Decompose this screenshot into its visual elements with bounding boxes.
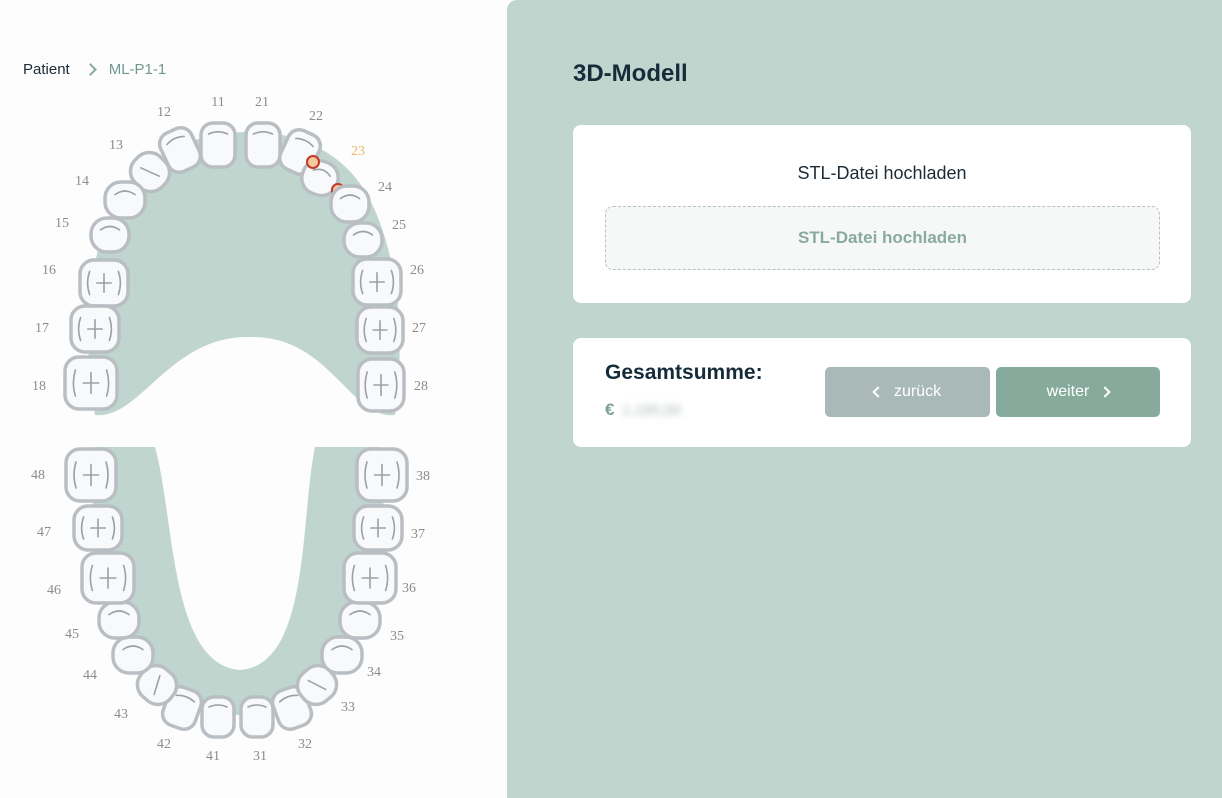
tooth-number-label: 12	[157, 105, 171, 120]
tooth-chart: 11 12 13 14 15 16 17 18 21 22 23 24 25 26 27 28 31 32 33 34…	[31, 95, 430, 764]
tooth-number-label: 36	[402, 581, 416, 596]
breadcrumb: Patient ML-P1-1	[23, 61, 166, 78]
tooth-number-label: 45	[65, 627, 79, 642]
tooth-number-label: 27	[412, 321, 426, 336]
total-card: Gesamtsumme: € 1.195,00 zurück weiter	[573, 338, 1191, 447]
tooth-shape	[97, 600, 141, 640]
back-button-label: zurück	[893, 383, 942, 400]
tooth-28[interactable]	[356, 357, 406, 413]
tooth-number-label: 14	[75, 174, 89, 189]
tooth-shape	[89, 216, 131, 254]
tooth-number-label: 33	[341, 700, 355, 715]
tooth-number-label: 31	[253, 749, 267, 764]
tooth-number-label: 34	[367, 665, 381, 680]
total-label: Gesamtsumme:	[605, 361, 763, 384]
tooth-number-label: 47	[37, 525, 51, 540]
tooth-number-label: 46	[47, 583, 61, 598]
tooth-31[interactable]	[239, 695, 275, 739]
tooth-27[interactable]	[355, 305, 405, 355]
tooth-16[interactable]	[78, 258, 130, 308]
upload-heading: STL-Datei hochladen	[797, 163, 967, 183]
tooth-shape	[199, 121, 237, 169]
model-panel: 3D-Modell STL-Datei hochladen STL-Datei …	[507, 0, 1222, 798]
tooth-26[interactable]	[351, 257, 403, 307]
selection-marker[interactable]	[306, 155, 320, 169]
tooth-number-label: 41	[206, 749, 220, 764]
tooth-number-label: 11	[211, 95, 224, 110]
tooth-number-label: 42	[157, 737, 171, 752]
tooth-number-label: 28	[414, 379, 428, 394]
stl-upload-dropzone[interactable]: STL-Datei hochladen	[605, 206, 1160, 270]
tooth-46[interactable]	[80, 551, 136, 605]
next-button-label: weiter	[1046, 383, 1090, 400]
tooth-18[interactable]	[63, 355, 119, 411]
total-value: € 1.195,00	[605, 400, 681, 420]
tooth-47[interactable]	[72, 504, 124, 552]
breadcrumb-current: ML-P1-1	[108, 61, 167, 78]
tooth-shape	[239, 695, 275, 739]
tooth-number-label: 25	[392, 218, 406, 233]
total-amount: 1.195,00	[622, 401, 681, 419]
tooth-14[interactable]	[103, 180, 147, 220]
tooth-shape	[320, 635, 364, 675]
tooth-37[interactable]	[352, 504, 404, 552]
tooth-15[interactable]	[89, 216, 131, 254]
tooth-21[interactable]	[244, 121, 282, 169]
lower-gum	[92, 447, 384, 715]
chevron-right-icon	[1099, 386, 1112, 398]
tooth-number-label: 24	[378, 180, 392, 195]
tooth-number-label: 18	[32, 379, 46, 394]
tooth-number-label: 35	[390, 629, 404, 644]
tooth-11[interactable]	[199, 121, 237, 169]
tooth-35[interactable]	[338, 600, 382, 640]
tooth-number-label: 48	[31, 468, 45, 483]
tooth-shape	[111, 635, 155, 675]
tooth-number-label: 23	[351, 144, 365, 159]
tooth-34[interactable]	[320, 635, 364, 675]
upload-card: STL-Datei hochladen STL-Datei hochladen	[573, 125, 1191, 303]
next-button[interactable]: weiter	[996, 367, 1160, 417]
tooth-44[interactable]	[111, 635, 155, 675]
tooth-number-label: 21	[255, 95, 269, 110]
tooth-shape	[200, 695, 236, 739]
chevron-left-icon	[872, 386, 884, 398]
tooth-48[interactable]	[64, 447, 118, 503]
tooth-number-label: 38	[416, 469, 430, 484]
tooth-number-label: 37	[411, 527, 425, 542]
tooth-number-label: 13	[109, 138, 123, 153]
tooth-25[interactable]	[342, 221, 384, 259]
chevron-right-icon	[83, 63, 97, 76]
tooth-45[interactable]	[97, 600, 141, 640]
tooth-shape	[103, 180, 147, 220]
tooth-shape	[329, 184, 371, 224]
tooth-36[interactable]	[342, 551, 398, 605]
tooth-number-label: 43	[114, 707, 128, 722]
tooth-shape	[342, 221, 384, 259]
tooth-number-label: 16	[42, 263, 56, 278]
tooth-17[interactable]	[69, 304, 121, 354]
tooth-shape	[244, 121, 282, 169]
breadcrumb-patient-link[interactable]: Patient	[23, 61, 70, 78]
tooth-number-label: 26	[410, 263, 424, 278]
tooth-38[interactable]	[355, 447, 409, 503]
tooth-selection-panel: Patient ML-P1-1 11 12 13 14 15 16 17 18 21 22 23 24…	[0, 0, 507, 798]
tooth-shape	[338, 600, 382, 640]
tooth-number-label: 15	[55, 216, 69, 231]
tooth-41[interactable]	[200, 695, 236, 739]
tooth-number-label: 32	[298, 737, 312, 752]
currency-symbol: €	[605, 400, 615, 419]
tooth-number-label: 44	[83, 668, 97, 683]
tooth-number-label: 17	[35, 321, 49, 336]
tooth-number-label: 22	[309, 109, 323, 124]
tooth-24[interactable]	[329, 184, 371, 224]
section-title: 3D-Modell	[573, 60, 688, 87]
back-button[interactable]: zurück	[825, 367, 990, 417]
